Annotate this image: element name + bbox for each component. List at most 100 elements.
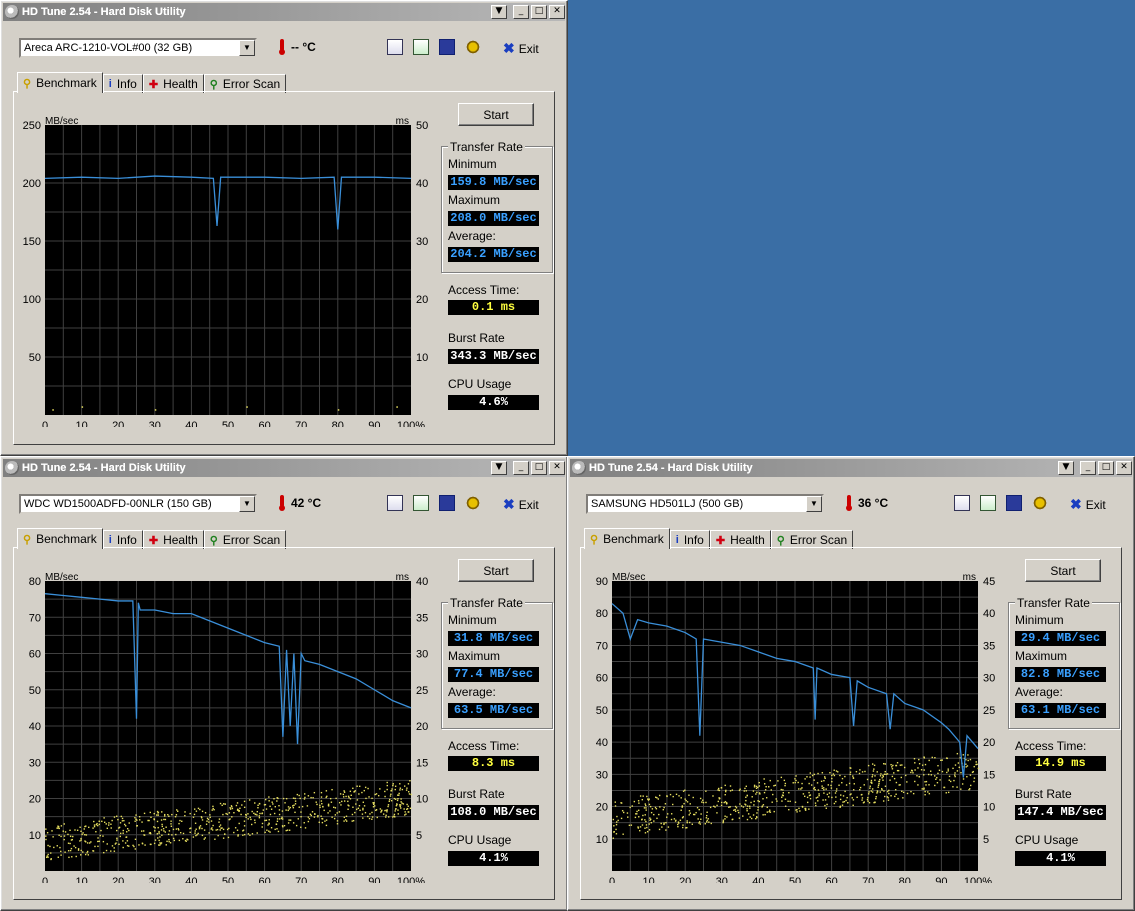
access-time-point: [329, 810, 331, 812]
access-time-point: [390, 790, 392, 792]
chevron-down-icon[interactable]: ▼: [806, 496, 822, 512]
close-button[interactable]: ✕: [1116, 461, 1132, 475]
access-time-point: [876, 790, 879, 792]
access-time-point: [763, 778, 765, 780]
access-time-point: [392, 784, 394, 787]
tab-benchmark[interactable]: ⚲ Benchmark: [17, 72, 103, 93]
access-time-point: [825, 788, 827, 790]
copy-info-icon[interactable]: [954, 495, 970, 511]
access-time-point: [768, 786, 770, 788]
access-time-point: [288, 819, 290, 821]
access-time-point: [203, 838, 205, 840]
tab-benchmark[interactable]: ⚲ Benchmark: [584, 528, 670, 549]
title-bar[interactable]: HD Tune 2.54 - Hard Disk Utility ▼ _ □ ✕: [3, 459, 565, 477]
access-time-point: [783, 779, 786, 782]
access-time-point: [372, 806, 375, 808]
access-time-point: [331, 788, 333, 791]
exit-button[interactable]: ✖ Exit: [1070, 496, 1106, 513]
access-time-point: [352, 787, 354, 790]
access-time-point: [71, 856, 73, 858]
access-time-point: [174, 816, 177, 818]
maximize-button[interactable]: □: [531, 5, 547, 19]
copy-screenshot-icon[interactable]: [413, 495, 429, 511]
access-time-point: [93, 825, 96, 828]
start-button[interactable]: Start: [458, 103, 534, 126]
access-time-point: [644, 832, 647, 834]
access-time-point: [126, 840, 129, 842]
dropdown-menu-button[interactable]: ▼: [491, 461, 507, 475]
access-time-point: [165, 844, 167, 846]
benchmark-chart: MB/sec ms 50 100 150 200 250 10 20 30 40 50 0 10 20 30 4…: [23, 116, 429, 427]
save-icon[interactable]: [439, 39, 455, 55]
close-button[interactable]: ✕: [549, 461, 565, 475]
access-time-point: [839, 806, 841, 808]
copy-screenshot-icon[interactable]: [980, 495, 996, 511]
access-time-point: [724, 815, 726, 817]
copy-screenshot-icon[interactable]: [413, 39, 429, 55]
access-time-point: [705, 817, 708, 819]
dropdown-menu-button[interactable]: ▼: [491, 5, 507, 19]
access-time-point: [753, 800, 755, 803]
access-time-point: [813, 786, 816, 789]
access-time-point: [924, 790, 926, 793]
maximize-button[interactable]: □: [531, 461, 547, 475]
minimize-button[interactable]: _: [513, 5, 529, 19]
save-icon[interactable]: [439, 495, 455, 511]
access-time-point: [801, 806, 804, 808]
save-icon[interactable]: [1006, 495, 1022, 511]
access-time-point: [655, 808, 658, 810]
dropdown-menu-button[interactable]: ▼: [1058, 461, 1074, 475]
tab-benchmark[interactable]: ⚲ Benchmark: [17, 528, 103, 549]
hdtune-window-areca: HD Tune 2.54 - Hard Disk Utility ▼ _ □ ✕…: [0, 0, 568, 456]
access-time-point: [798, 807, 800, 810]
options-icon[interactable]: [465, 39, 481, 55]
access-time-point: [686, 821, 688, 824]
drive-select[interactable]: WDC WD1500ADFD-00NLR (150 GB) ▼: [19, 494, 257, 514]
chevron-down-icon[interactable]: ▼: [239, 496, 255, 512]
access-time-point: [87, 854, 90, 856]
close-button[interactable]: ✕: [549, 5, 565, 19]
drive-select[interactable]: SAMSUNG HD501LJ (500 GB) ▼: [586, 494, 824, 514]
exit-button[interactable]: ✖ Exit: [503, 496, 539, 513]
tab-label: Health: [163, 77, 198, 91]
access-time-point: [870, 781, 873, 784]
access-time-point: [110, 823, 112, 825]
access-time-point: [288, 829, 291, 831]
benchmark-icon: ⚲: [23, 533, 32, 546]
access-time-point: [701, 801, 703, 803]
copy-info-icon[interactable]: [387, 39, 403, 55]
minimize-button[interactable]: _: [513, 461, 529, 475]
maximize-button[interactable]: □: [1098, 461, 1114, 475]
copy-info-icon[interactable]: [387, 495, 403, 511]
access-time-point: [713, 805, 715, 807]
minimize-button[interactable]: _: [1080, 461, 1096, 475]
title-bar[interactable]: HD Tune 2.54 - Hard Disk Utility ▼ _ □ ✕: [570, 459, 1132, 477]
chevron-down-icon[interactable]: ▼: [239, 40, 255, 56]
start-button[interactable]: Start: [1025, 559, 1101, 582]
access-time-point: [645, 820, 647, 823]
y-tick-label: 40: [596, 737, 608, 749]
access-time-point: [837, 771, 839, 773]
burst-rate-label: Burst Rate: [1015, 787, 1072, 801]
access-time-point: [914, 762, 916, 764]
access-time-point: [708, 821, 710, 823]
access-time-point: [177, 829, 180, 831]
start-button[interactable]: Start: [458, 559, 534, 582]
access-time-point: [883, 790, 885, 792]
title-bar[interactable]: HD Tune 2.54 - Hard Disk Utility ▼ _ □ ✕: [3, 3, 565, 21]
access-time-point: [874, 775, 876, 777]
access-time-point: [737, 809, 739, 812]
access-time-point: [371, 811, 373, 814]
exit-button[interactable]: ✖ Exit: [503, 40, 539, 57]
options-icon[interactable]: [465, 495, 481, 511]
access-time-point: [337, 409, 340, 411]
x-tick-label: 80: [332, 876, 344, 883]
access-time-point: [409, 807, 412, 810]
access-time-point: [250, 818, 252, 821]
access-time-point: [873, 764, 876, 767]
drive-select[interactable]: Areca ARC-1210-VOL#00 (32 GB) ▼: [19, 38, 257, 58]
access-time-point: [300, 826, 302, 828]
y-tick-label: 10: [29, 830, 41, 842]
options-icon[interactable]: [1032, 495, 1048, 511]
access-time-point: [338, 801, 341, 804]
